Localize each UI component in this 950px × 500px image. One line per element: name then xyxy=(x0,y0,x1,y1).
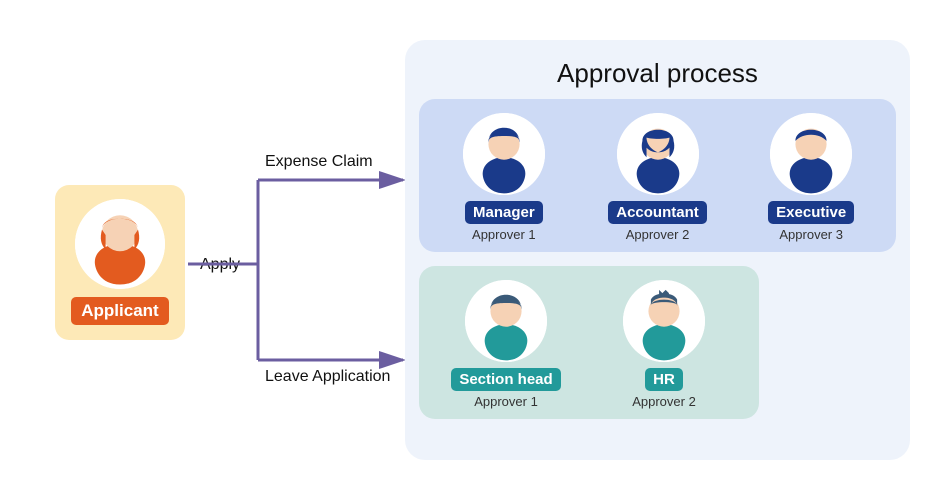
section-head-avatar xyxy=(465,280,547,362)
hr-sub: Approver 2 xyxy=(632,394,696,409)
accountant-avatar xyxy=(617,113,699,195)
manager-sub: Approver 1 xyxy=(472,227,536,242)
approver-hr: HR Approver 2 xyxy=(589,280,739,409)
manager-role-badge: Manager xyxy=(465,201,543,224)
manager-avatar xyxy=(463,113,545,195)
hr-avatar xyxy=(623,280,705,362)
approver-section-head: Section head Approver 1 xyxy=(431,280,581,409)
executive-sub: Approver 3 xyxy=(779,227,843,242)
applicant-avatar xyxy=(75,199,165,289)
accountant-role-badge: Accountant xyxy=(608,201,707,224)
executive-role-badge: Executive xyxy=(768,201,854,224)
accountant-sub: Approver 2 xyxy=(626,227,690,242)
approver-executive: Executive Approver 3 xyxy=(738,113,884,242)
applicant-role-badge: Applicant xyxy=(71,297,168,325)
leave-approver-group: Section head Approver 1 HR Approver 2 xyxy=(419,266,759,419)
approver-accountant: Accountant Approver 2 xyxy=(585,113,731,242)
flow-label-expense: Expense Claim xyxy=(265,153,373,171)
executive-avatar xyxy=(770,113,852,195)
approval-process-panel: Approval process Manager Approver 1 xyxy=(405,40,910,460)
hr-role-badge: HR xyxy=(645,368,683,391)
flow-label-apply: Apply xyxy=(200,256,240,274)
approver-manager: Manager Approver 1 xyxy=(431,113,577,242)
process-title: Approval process xyxy=(419,58,896,89)
applicant-card: Applicant xyxy=(55,185,185,340)
expense-approver-group: Manager Approver 1 Accountant Approver 2 xyxy=(419,99,896,252)
section-head-role-badge: Section head xyxy=(451,368,560,391)
section-head-sub: Approver 1 xyxy=(474,394,538,409)
flow-label-leave: Leave Application xyxy=(265,368,390,386)
